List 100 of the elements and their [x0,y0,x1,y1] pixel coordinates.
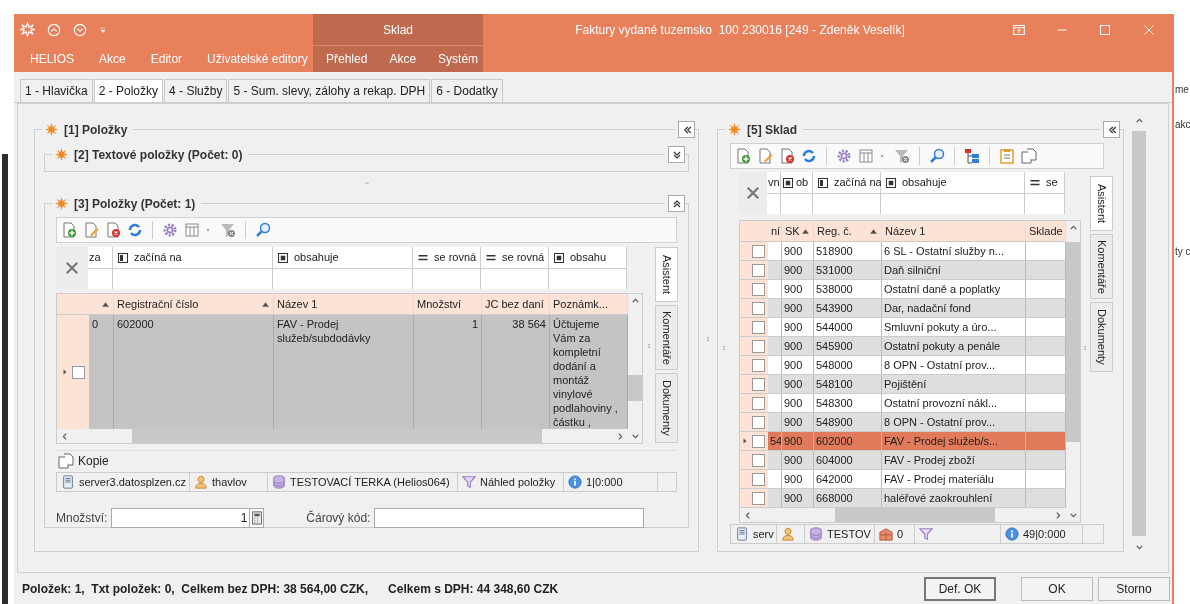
filter-operator[interactable]: obsahuje [881,172,1025,193]
table-row[interactable]: 900 668000 haléřové zaokrouhlení [768,489,1066,507]
checkbox[interactable] [752,472,765,486]
sort-icon[interactable] [869,226,878,236]
filter-operator[interactable]: začíná na [113,247,273,268]
refresh-icon[interactable] [801,148,817,164]
column-header[interactable]: Reg. č. [814,221,882,241]
clear-filter-button[interactable] [56,247,88,289]
collapse-button[interactable] [668,195,685,212]
checkbox[interactable] [752,453,765,467]
tree-icon[interactable] [964,148,980,164]
clipboard-icon[interactable] [999,148,1015,164]
checkbox[interactable] [752,415,765,429]
sort-icon[interactable] [101,299,110,309]
refresh-icon[interactable] [127,222,143,238]
sort-icon[interactable] [801,226,810,236]
collapse-button[interactable] [678,121,695,138]
checkbox[interactable] [752,396,765,410]
table-row[interactable]: 900 548100 Pojištění [768,375,1066,393]
filter-operator[interactable]: se rovná [481,247,549,268]
filter-operator[interactable]: za [88,247,113,268]
tab[interactable]: 5 - Sum. slevy, zálohy a rekap. DPH [228,79,431,102]
tab[interactable]: 1 - Hlavička [20,79,93,102]
filter-operator[interactable]: začíná na [813,172,881,193]
checkbox[interactable] [752,244,765,258]
filter-operator[interactable]: vn [767,172,781,193]
column-header[interactable]: SK [782,221,814,241]
scroll-thumb[interactable] [132,429,542,443]
delete-document-icon[interactable] [105,222,121,238]
table-row[interactable]: 900 543900 Dar, nadační fond [768,299,1066,317]
filter-field[interactable] [481,268,549,289]
table-row[interactable]: 0 602000 FAV - Prodej služeb/subdodávky 1 38 564 Účtujeme Vám za kompletní dodání a montáž vinylové podlahoviny , částku , [89,315,628,429]
barcode-field[interactable] [374,508,645,528]
filter-operator[interactable]: se rovná [413,247,481,268]
side-tab[interactable]: Dokumenty [655,373,678,443]
checkbox[interactable] [752,320,765,334]
filter-field[interactable] [273,268,413,289]
up-circle-icon[interactable] [47,22,61,37]
gear-icon[interactable] [162,222,178,238]
edit-document-icon[interactable] [83,222,99,238]
sort-icon[interactable] [261,299,270,309]
expand-button[interactable] [668,146,685,163]
column-header[interactable]: Název 1 [274,294,414,314]
menu-item[interactable]: Přehled [326,50,368,68]
gear-icon[interactable] [836,148,852,164]
scroll-thumb[interactable] [835,508,995,522]
filter-field[interactable] [88,268,113,289]
filter-field[interactable] [881,193,1025,214]
down-circle-icon[interactable] [73,22,87,37]
filter-field[interactable] [113,268,273,289]
columns-icon[interactable] [858,148,874,164]
dialog-button[interactable]: OK [1021,576,1093,601]
table-row[interactable]: 900 518900 6 SL - Ostatní služby n... [768,242,1066,260]
scroll-thumb[interactable] [1066,242,1080,442]
copy-button[interactable]: Kopie [56,451,111,470]
filter-operator[interactable]: obsahuje [273,247,413,268]
table-row[interactable]: 900 642000 FAV - Prodej materiálu [768,470,1066,488]
side-tab[interactable]: Asistent [1090,176,1113,231]
table-row[interactable]: 900 531000 Daň silniční [768,261,1066,279]
checkbox[interactable] [752,491,765,505]
checkbox[interactable] [72,365,85,379]
table-row[interactable]: 900 538000 Ostatní daně a poplatky [768,280,1066,298]
checkbox[interactable] [752,339,765,353]
filter-field[interactable] [781,193,813,214]
checkbox[interactable] [752,358,765,372]
checkbox[interactable] [752,301,765,315]
quantity-field[interactable]: 1 [111,508,251,528]
calculator-button[interactable] [250,508,265,528]
side-tab[interactable]: Komentáře [1090,234,1113,299]
table-row[interactable]: 900 548000 8 OPN - Ostatní prov... [768,356,1066,374]
filter-operator[interactable]: obsahu [549,247,627,268]
delete-document-icon[interactable] [779,148,795,164]
scroll-thumb[interactable] [628,375,642,401]
checkbox[interactable] [752,434,765,448]
table-row[interactable]: 900 548300 Ostatní provozní nákl... [768,394,1066,412]
side-tab[interactable]: Asistent [655,247,678,302]
side-tab[interactable]: Komentáře [655,305,678,370]
filter-field[interactable] [549,268,627,289]
table-row[interactable]: 900 544000 Smluvní pokuty a úro... [768,318,1066,336]
column-header[interactable]: Název 1 [882,221,1026,241]
filter-field[interactable] [1025,193,1065,214]
copy-icon[interactable] [1021,148,1037,164]
collapse-button[interactable] [1103,121,1120,138]
filter-clear-icon[interactable] [220,222,236,238]
menu-item[interactable]: Systém [438,50,479,68]
app-icon[interactable] [20,22,35,37]
table-row[interactable]: 900 545900 Ostatní pokuty a penále [768,337,1066,355]
filter-field[interactable] [767,193,781,214]
search-icon[interactable] [929,148,945,164]
clear-filter-button[interactable] [739,172,767,214]
caret-icon[interactable] [99,24,107,35]
tab[interactable]: 2 - Položky [93,79,164,102]
add-document-icon[interactable] [61,222,77,238]
filter-operator[interactable]: se [1025,172,1065,193]
checkbox[interactable] [752,377,765,391]
column-header[interactable]: ní [768,221,782,241]
filter-clear-icon[interactable] [894,148,910,164]
side-tab[interactable]: Dokumenty [1090,302,1113,372]
menu-item[interactable]: Akce [389,50,417,68]
column-header[interactable]: Registrační číslo [114,294,274,314]
